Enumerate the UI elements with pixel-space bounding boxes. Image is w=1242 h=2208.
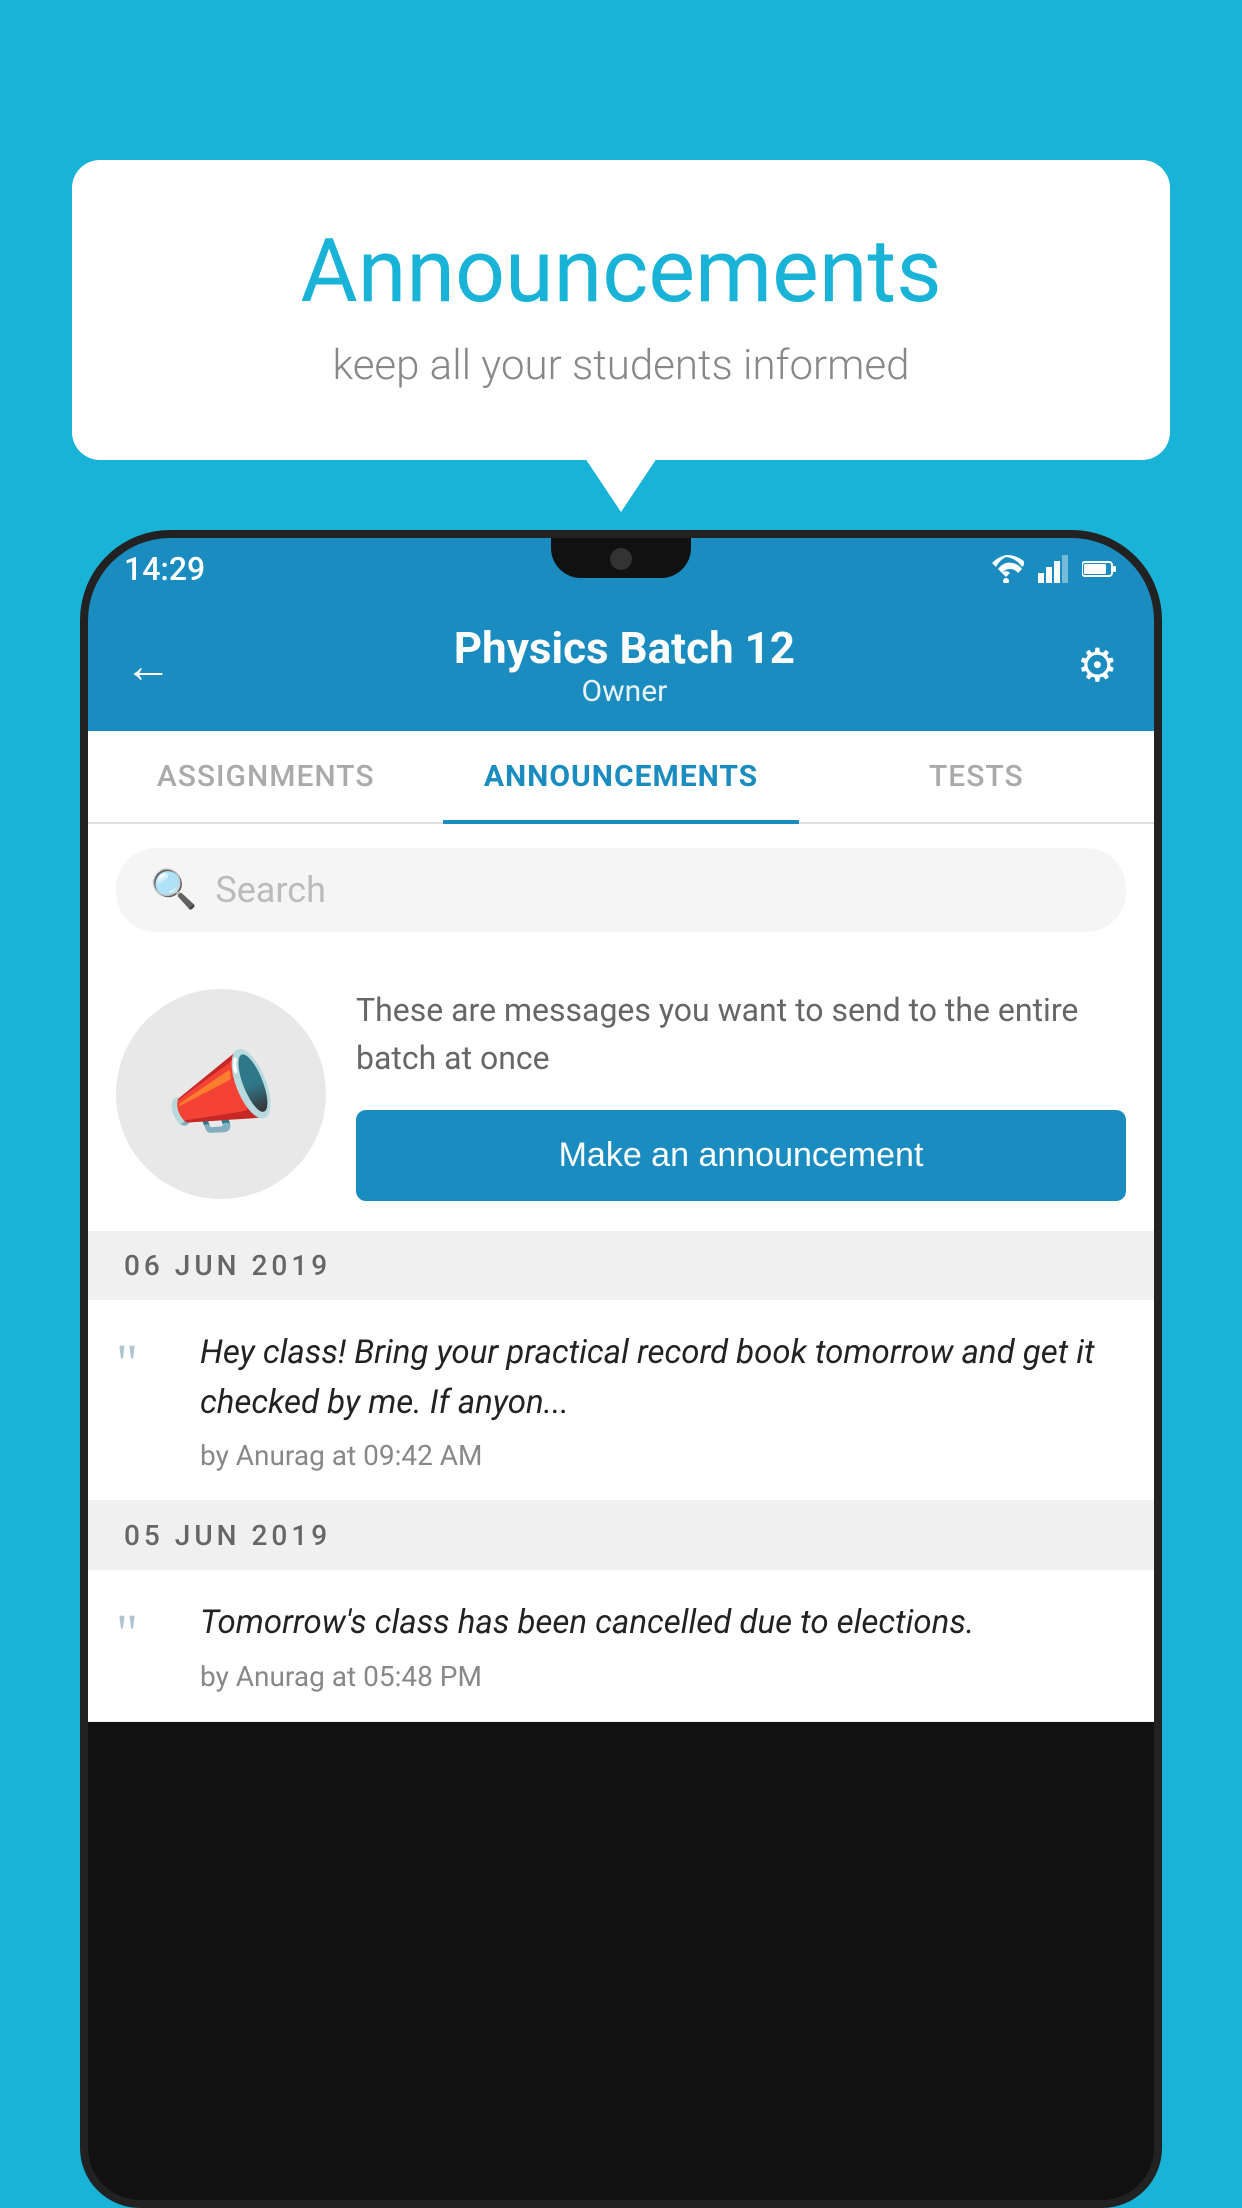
tab-bar: ASSIGNMENTS ANNOUNCEMENTS TESTS [88, 731, 1154, 824]
header-center: Physics Batch 12 Owner [454, 622, 795, 709]
wifi-icon [988, 555, 1024, 583]
front-camera [610, 548, 632, 570]
megaphone-circle: 📣 [116, 989, 326, 1199]
side-button-left-2 [80, 898, 84, 968]
bubble-title: Announcements [152, 220, 1090, 323]
phone-frame: 14:29 ← [80, 530, 1162, 2208]
announcement-content-2: Tomorrow's class has been cancelled due … [200, 1598, 1126, 1693]
back-button[interactable]: ← [124, 637, 172, 694]
announcement-item-1[interactable]: " Hey class! Bring your practical record… [88, 1300, 1154, 1501]
date-separator-1: 06 JUN 2019 [88, 1231, 1154, 1300]
batch-role: Owner [454, 674, 795, 709]
quote-icon-1: " [116, 1332, 176, 1394]
bubble-subtitle: keep all your students informed [152, 341, 1090, 390]
speech-bubble: Announcements keep all your students inf… [72, 160, 1170, 460]
announcement-meta-2: by Anurag at 05:48 PM [200, 1660, 1126, 1693]
tab-announcements[interactable]: ANNOUNCEMENTS [443, 731, 798, 822]
settings-button[interactable]: ⚙ [1077, 638, 1118, 693]
notch [551, 538, 691, 578]
side-button-right [1158, 858, 1162, 958]
quote-icon-2: " [116, 1602, 176, 1664]
app-header: ← Physics Batch 12 Owner ⚙ [88, 600, 1154, 731]
content-area: 🔍 Search 📣 These are messages you want t… [88, 824, 1154, 1722]
date-separator-2: 05 JUN 2019 [88, 1501, 1154, 1570]
promo-description: These are messages you want to send to t… [356, 986, 1126, 1082]
announcement-meta-1: by Anurag at 09:42 AM [200, 1439, 1126, 1472]
announcement-item-2[interactable]: " Tomorrow's class has been cancelled du… [88, 1570, 1154, 1722]
status-bar: 14:29 [88, 538, 1154, 600]
search-bar[interactable]: 🔍 Search [116, 848, 1126, 932]
tab-tests[interactable]: TESTS [799, 731, 1154, 822]
status-time: 14:29 [124, 550, 205, 588]
search-placeholder: Search [215, 869, 326, 911]
promo-section: 📣 These are messages you want to send to… [88, 956, 1154, 1231]
tab-assignments[interactable]: ASSIGNMENTS [88, 731, 443, 822]
status-icons [988, 555, 1118, 583]
make-announcement-button[interactable]: Make an announcement [356, 1110, 1126, 1201]
side-button-left-1 [80, 798, 84, 868]
signal-icon [1038, 555, 1068, 583]
announcement-text-2: Tomorrow's class has been cancelled due … [200, 1598, 1126, 1648]
announcement-text-1: Hey class! Bring your practical record b… [200, 1328, 1126, 1427]
batch-title: Physics Batch 12 [454, 622, 795, 674]
megaphone-icon: 📣 [165, 1041, 277, 1146]
search-icon: 🔍 [150, 868, 197, 912]
battery-icon [1082, 559, 1118, 579]
promo-right: These are messages you want to send to t… [356, 986, 1126, 1201]
announcement-content-1: Hey class! Bring your practical record b… [200, 1328, 1126, 1472]
